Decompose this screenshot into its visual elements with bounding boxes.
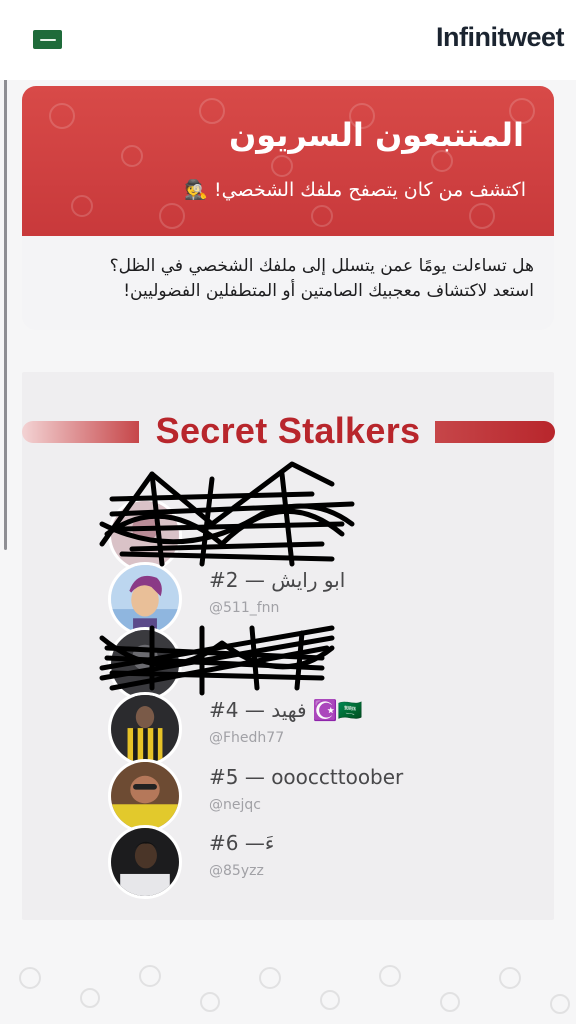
pattern-background bbox=[19, 965, 570, 1014]
hero-description: هل تساءلت يومًا عمن يتسلل إلى ملفك الشخص… bbox=[38, 254, 534, 304]
avatar[interactable] bbox=[108, 692, 182, 766]
avatar[interactable] bbox=[108, 825, 182, 899]
list-item[interactable] bbox=[22, 627, 554, 701]
list-item[interactable]: #6 —ءَ @85yzz bbox=[22, 825, 554, 899]
pattern-background bbox=[49, 98, 535, 229]
stalker-name: #6 —ءَ bbox=[209, 831, 275, 855]
detective-icon: 🕵️ bbox=[184, 179, 208, 201]
secret-stalkers-section: Secret Stalkers #2 — ابو رايش @511_fnn #… bbox=[22, 372, 555, 920]
scroll-indicator[interactable] bbox=[4, 12, 7, 550]
stalker-handle: @nejqc bbox=[209, 797, 261, 813]
stalker-handle: @Fhedh77 bbox=[209, 730, 285, 746]
list-item[interactable]: #4 — فهيد ☪️🇸🇦 @Fhedh77 bbox=[22, 692, 554, 766]
brand-logo[interactable]: Infinitweet bbox=[436, 22, 565, 53]
hero-card: المتتبعون السريون اكتشف من كان يتصفح ملف… bbox=[22, 86, 554, 330]
list-item[interactable]: #2 — ابو رايش @511_fnn bbox=[22, 562, 554, 636]
saudi-flag-icon[interactable] bbox=[33, 30, 62, 49]
stalker-handle: @85yzz bbox=[209, 863, 264, 879]
avatar[interactable] bbox=[108, 627, 182, 701]
hero-header: المتتبعون السريون اكتشف من كان يتصفح ملف… bbox=[22, 86, 554, 236]
hero-description-line: استعد لاكتشاف معجبيك الصامتين أو المتطفل… bbox=[123, 281, 534, 301]
stalker-name: #2 — ابو رايش bbox=[209, 568, 346, 592]
hero-subtitle-text: اكتشف من كان يتصفح ملفك الشخصي! bbox=[214, 179, 526, 201]
stalker-handle: @511_fnn bbox=[209, 600, 280, 616]
list-item[interactable]: #5 — ooocсttoober @nejqc bbox=[22, 759, 554, 833]
stalker-name: #4 — فهيد ☪️🇸🇦 bbox=[209, 698, 363, 722]
stalker-list: #2 — ابو رايش @511_fnn #4 — فهيد ☪️🇸🇦 @F… bbox=[22, 372, 554, 920]
hero-title: المتتبعون السريون bbox=[228, 116, 524, 154]
list-item[interactable] bbox=[22, 498, 554, 572]
hero-subtitle: اكتشف من كان يتصفح ملفك الشخصي! 🕵️ bbox=[180, 178, 526, 201]
top-bar: Infinitweet bbox=[0, 0, 576, 80]
avatar[interactable] bbox=[108, 498, 182, 572]
avatar[interactable] bbox=[108, 562, 182, 636]
avatar[interactable] bbox=[108, 759, 182, 833]
stalker-name: #5 — ooocсttoober bbox=[209, 765, 404, 789]
hero-description-line: هل تساءلت يومًا عمن يتسلل إلى ملفك الشخص… bbox=[109, 256, 534, 276]
